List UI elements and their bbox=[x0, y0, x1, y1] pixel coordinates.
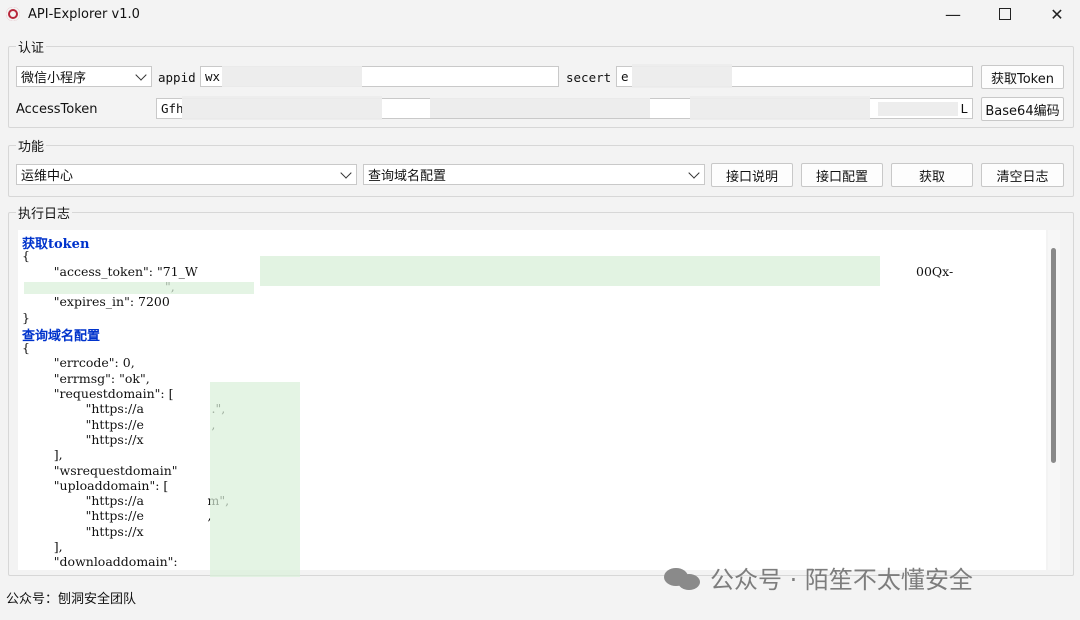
minimize-button[interactable]: — bbox=[928, 0, 978, 28]
log-line: { bbox=[22, 340, 30, 356]
maximize-icon bbox=[999, 8, 1011, 20]
appid-label: appid bbox=[158, 70, 196, 85]
title-bar: API-Explorer v1.0 — ✕ bbox=[0, 0, 1080, 28]
api-select-value: 查询域名配置 bbox=[368, 169, 447, 184]
log-scrollbar-thumb[interactable] bbox=[1051, 248, 1056, 463]
log-line: } bbox=[22, 309, 30, 325]
platform-select-value: 微信小程序 bbox=[21, 71, 87, 86]
close-button[interactable]: ✕ bbox=[1032, 0, 1080, 28]
log-line: "https://a m", bbox=[22, 493, 230, 509]
maximize-button[interactable] bbox=[980, 0, 1030, 28]
base64-encode-button[interactable]: Base64编码 bbox=[981, 97, 1064, 121]
log-section-heading: 获取token bbox=[22, 237, 90, 252]
window-title: API-Explorer v1.0 bbox=[28, 6, 140, 22]
redaction-mask bbox=[878, 102, 958, 116]
log-section-heading: 查询域名配置 bbox=[22, 328, 101, 344]
log-line-tail: 00Qx- bbox=[916, 263, 954, 279]
wechat-icon bbox=[664, 564, 702, 592]
chevron-down-icon bbox=[135, 69, 147, 81]
log-line: "https://e , bbox=[22, 416, 216, 432]
platform-select[interactable]: 微信小程序 bbox=[16, 66, 152, 87]
api-select[interactable]: 查询域名配置 bbox=[363, 164, 705, 185]
log-line: "https://x bbox=[22, 431, 144, 447]
redaction-mask bbox=[430, 98, 650, 118]
watermark: 公众号 · 陌笙不太懂安全 bbox=[664, 560, 973, 595]
redaction-mask bbox=[182, 96, 382, 120]
log-group-label: 执行日志 bbox=[16, 203, 73, 222]
access-token-tail: L bbox=[960, 101, 968, 116]
log-line: "requestdomain": [ bbox=[22, 386, 174, 401]
api-doc-button[interactable]: 接口说明 bbox=[711, 163, 793, 187]
clear-log-button[interactable]: 清空日志 bbox=[981, 163, 1064, 187]
log-scrollbar[interactable] bbox=[1048, 230, 1060, 570]
app-gear-icon bbox=[6, 7, 20, 21]
appid-value: wx bbox=[205, 69, 221, 84]
log-line: "https://x bbox=[22, 523, 144, 539]
auth-group-label: 认证 bbox=[16, 37, 47, 56]
log-line: "access_token": "71_W bbox=[22, 263, 198, 279]
log-line: ], bbox=[22, 539, 63, 554]
redaction-mask bbox=[690, 96, 870, 120]
redaction-mask bbox=[222, 66, 362, 87]
status-bar-text: 公众号：刨洞安全团队 bbox=[6, 592, 137, 607]
redaction-mask bbox=[24, 282, 254, 294]
api-config-button[interactable]: 接口配置 bbox=[801, 163, 883, 187]
secret-label: secert bbox=[566, 70, 612, 85]
log-line: { bbox=[22, 248, 30, 264]
category-select-value: 运维中心 bbox=[21, 169, 74, 184]
log-line: "uploaddomain": [ bbox=[22, 477, 169, 493]
secret-value: e bbox=[621, 69, 629, 84]
log-line: "https://e , bbox=[22, 508, 212, 524]
log-line: "errmsg": "ok", bbox=[22, 370, 150, 386]
chevron-down-icon bbox=[688, 167, 700, 179]
watermark-text: 公众号 · 陌笙不太懂安全 bbox=[710, 566, 973, 594]
log-line: "expires_in": 7200 bbox=[22, 294, 170, 310]
redaction-mask bbox=[632, 64, 732, 88]
redaction-mask bbox=[210, 382, 300, 577]
log-line: ], bbox=[22, 447, 63, 463]
category-select[interactable]: 运维中心 bbox=[16, 164, 357, 185]
redaction-mask bbox=[260, 256, 880, 286]
get-token-button[interactable]: 获取Token bbox=[981, 65, 1064, 89]
access-token-label: AccessToken bbox=[16, 102, 98, 117]
log-line: "https://a .", bbox=[22, 401, 226, 417]
fetch-button[interactable]: 获取 bbox=[891, 163, 973, 187]
log-line: "wsrequestdomain" bbox=[22, 462, 178, 478]
function-group-label: 功能 bbox=[16, 136, 47, 155]
access-token-value: Gfh bbox=[161, 101, 184, 116]
log-line: "errcode": 0, bbox=[22, 355, 135, 371]
chevron-down-icon bbox=[340, 167, 352, 179]
log-line: "downloaddomain": bbox=[22, 554, 178, 570]
